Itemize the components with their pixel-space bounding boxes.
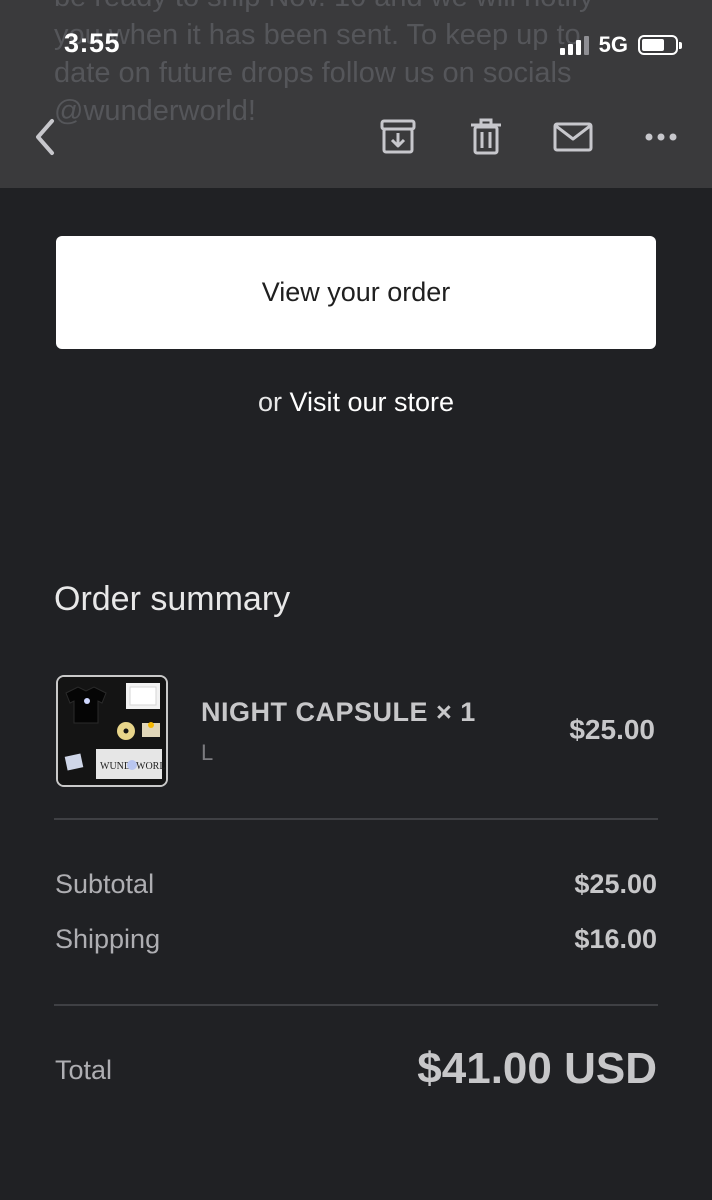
item-variant: L (201, 740, 214, 765)
archive-button[interactable] (373, 112, 423, 162)
back-button[interactable] (20, 112, 70, 162)
order-summary-title: Order summary (54, 580, 291, 618)
shipping-label: Shipping (55, 924, 161, 954)
status-time: 3:55 (64, 28, 121, 58)
divider (54, 1004, 658, 1006)
subtotal-label: Subtotal (55, 869, 155, 899)
more-horizontal-icon (645, 133, 677, 141)
email-preview-line: be ready to ship Nov. 10 and we will not… (54, 0, 654, 16)
thumbnail-logo-text-2: WORLD (136, 761, 166, 772)
delete-button[interactable] (461, 112, 511, 162)
thumbnail-logo-text: WUND (100, 761, 131, 772)
email-preview-line: date on future drops follow us on social… (54, 57, 572, 89)
email-header: be ready to ship Nov. 10 and we will not… (0, 0, 712, 188)
shipping-value: $16.00 (574, 924, 657, 954)
subtotal-value: $25.00 (574, 869, 657, 899)
total-value: $41.00 USD (417, 1044, 657, 1093)
mail-icon (553, 122, 593, 152)
email-preview-text: be ready to ship Nov. 10 and we will not… (54, 0, 654, 130)
visit-store-link[interactable]: Visit our store (289, 387, 454, 417)
trash-icon (471, 118, 501, 155)
store-prefix: or (257, 387, 282, 417)
total-label: Total (55, 1055, 113, 1085)
store-link-line: or Visit our store (0, 387, 712, 418)
battery-icon (638, 35, 682, 55)
more-button[interactable] (636, 112, 686, 162)
product-thumbnail: WUND WORLD (56, 675, 168, 787)
signal-icon (559, 35, 589, 55)
mark-unread-button[interactable] (548, 112, 598, 162)
product-image: WUND WORLD (58, 677, 166, 785)
network-type: 5G (598, 32, 628, 57)
divider (54, 818, 658, 820)
archive-icon (380, 119, 416, 154)
view-order-button[interactable]: View your order (56, 236, 656, 349)
chevron-left-icon (36, 119, 54, 155)
status-indicators: 5G (559, 32, 682, 58)
item-price: $25.00 (569, 714, 655, 745)
item-name: NIGHT CAPSULE × 1 (201, 697, 476, 727)
